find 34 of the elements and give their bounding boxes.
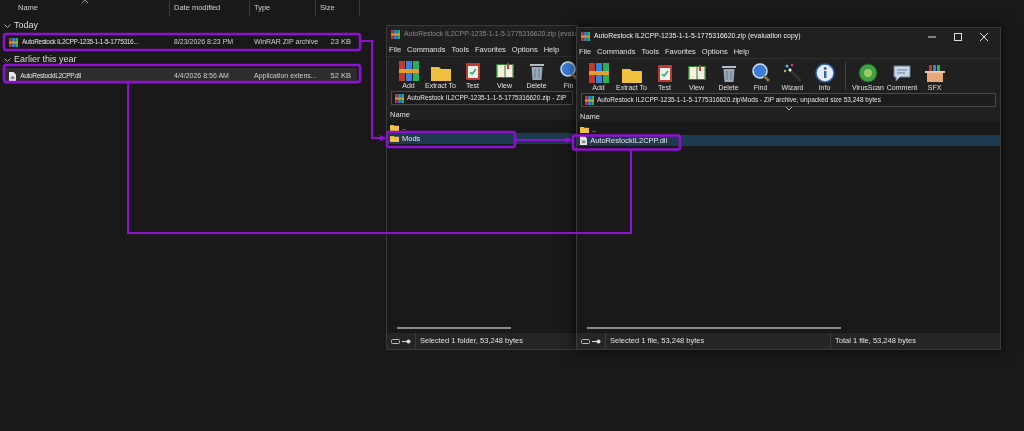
speech-bubble-icon [891, 63, 912, 83]
archive-icon [585, 95, 594, 105]
group-header[interactable]: Earlier this year [0, 52, 362, 68]
wand-icon [782, 63, 803, 83]
scrollbar[interactable] [587, 327, 841, 329]
magnifier-icon [558, 61, 577, 81]
drive-icon [391, 338, 400, 344]
archive-icon [391, 30, 400, 39]
file-icon [580, 136, 588, 145]
package-icon [924, 63, 945, 83]
sort-caret-icon [82, 0, 88, 4]
archive-icon [395, 93, 404, 103]
group-header[interactable]: Today [0, 18, 362, 34]
file-icon [9, 71, 17, 81]
archive-icon [9, 37, 18, 47]
key-icon [402, 338, 411, 344]
book-icon [686, 63, 707, 83]
chevron-icon [4, 23, 11, 29]
book-icon [494, 61, 515, 81]
archive-icon [588, 63, 609, 83]
maximize-icon[interactable] [954, 32, 962, 41]
drive-icon [581, 338, 590, 344]
archive-icon [398, 61, 419, 81]
info-icon [814, 63, 835, 83]
folder-icon [621, 67, 642, 83]
close-icon[interactable] [980, 32, 988, 41]
connector-arrow [515, 137, 572, 143]
magnifier-icon [750, 63, 771, 83]
key-icon [592, 338, 601, 344]
folder-icon [430, 65, 451, 81]
caret-icon [785, 107, 792, 111]
scrollbar[interactable] [397, 327, 511, 329]
archive-icon [581, 32, 590, 41]
chevron-icon [4, 57, 11, 63]
